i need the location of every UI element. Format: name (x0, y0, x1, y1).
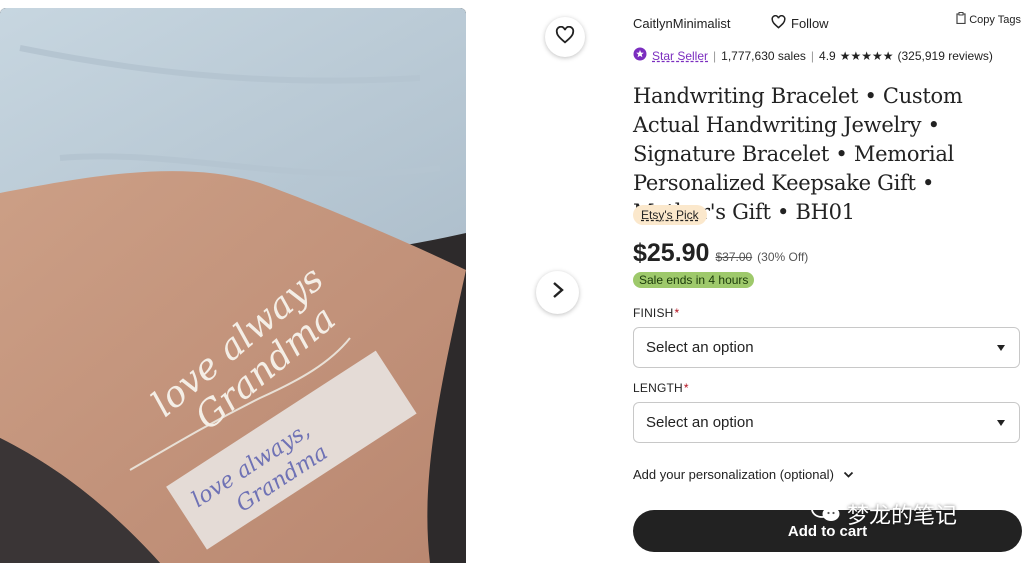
length-label: LENGTH* (633, 381, 689, 395)
product-info-panel: CaitlynMinimalist Follow Copy Tags Star … (633, 0, 1025, 563)
star-seller-link[interactable]: Star Seller (652, 49, 708, 63)
discount-percent: (30% Off) (757, 250, 809, 264)
etsy-pick-label: Etsy's Pick (641, 208, 699, 222)
copy-tags-label: Copy Tags (969, 13, 1021, 26)
chevron-down-icon (843, 467, 854, 482)
watermark-text: 梦龙的笔记 (847, 504, 958, 529)
shop-name-link[interactable]: CaitlynMinimalist (633, 16, 731, 31)
required-mark: * (674, 306, 680, 320)
product-photo: love always, Grandma love always Grandma (0, 8, 466, 563)
favorite-button[interactable] (545, 17, 585, 57)
length-select-value: Select an option (646, 414, 754, 431)
chevron-right-icon (552, 281, 564, 304)
required-mark: * (683, 381, 689, 395)
personalization-label: Add your personalization (optional) (633, 467, 834, 482)
length-label-text: LENGTH (633, 381, 683, 395)
rating-value: 4.9 (819, 48, 836, 63)
star-rating-icon: ★★★★★ (839, 48, 894, 63)
next-image-button[interactable] (536, 271, 579, 314)
divider: | (713, 48, 717, 63)
length-select[interactable]: Select an option (633, 402, 1020, 443)
sales-count: 1,777,630 sales (721, 48, 806, 63)
finish-select[interactable]: Select an option (633, 327, 1020, 368)
dropdown-caret-icon (997, 345, 1005, 351)
finish-label-text: FINISH (633, 306, 674, 320)
divider: | (810, 48, 815, 63)
clipboard-icon (956, 12, 966, 27)
price-row: $25.90 $37.00 (30% Off) (633, 239, 808, 268)
sale-ends-badge: Sale ends in 4 hours (633, 272, 755, 288)
heart-outline-icon (555, 25, 575, 49)
finish-select-value: Select an option (646, 339, 754, 356)
heart-outline-icon (771, 14, 786, 32)
shop-header: CaitlynMinimalist Follow Copy Tags (633, 12, 1023, 33)
sale-price: $25.90 (633, 239, 710, 267)
reviews-link[interactable]: (325,919 reviews) (898, 49, 993, 63)
follow-label: Follow (791, 16, 829, 31)
star-seller-badge-icon (633, 47, 647, 64)
copy-tags-button[interactable]: Copy Tags (956, 12, 1021, 27)
dropdown-caret-icon (997, 420, 1005, 426)
etsy-pick-badge[interactable]: Etsy's Pick (633, 205, 707, 225)
finish-label: FINISH* (633, 306, 679, 320)
seller-rating-row: Star Seller | 1,777,630 sales | 4.9 ★★★★… (633, 47, 1025, 64)
wechat-icon (811, 499, 841, 529)
product-photo-illustration: love always, Grandma love always Grandma (0, 8, 466, 563)
personalization-toggle[interactable]: Add your personalization (optional) (633, 467, 854, 482)
original-price: $37.00 (715, 250, 753, 264)
watermark: 梦龙的笔记 (811, 498, 957, 530)
follow-button[interactable]: Follow (771, 14, 829, 32)
